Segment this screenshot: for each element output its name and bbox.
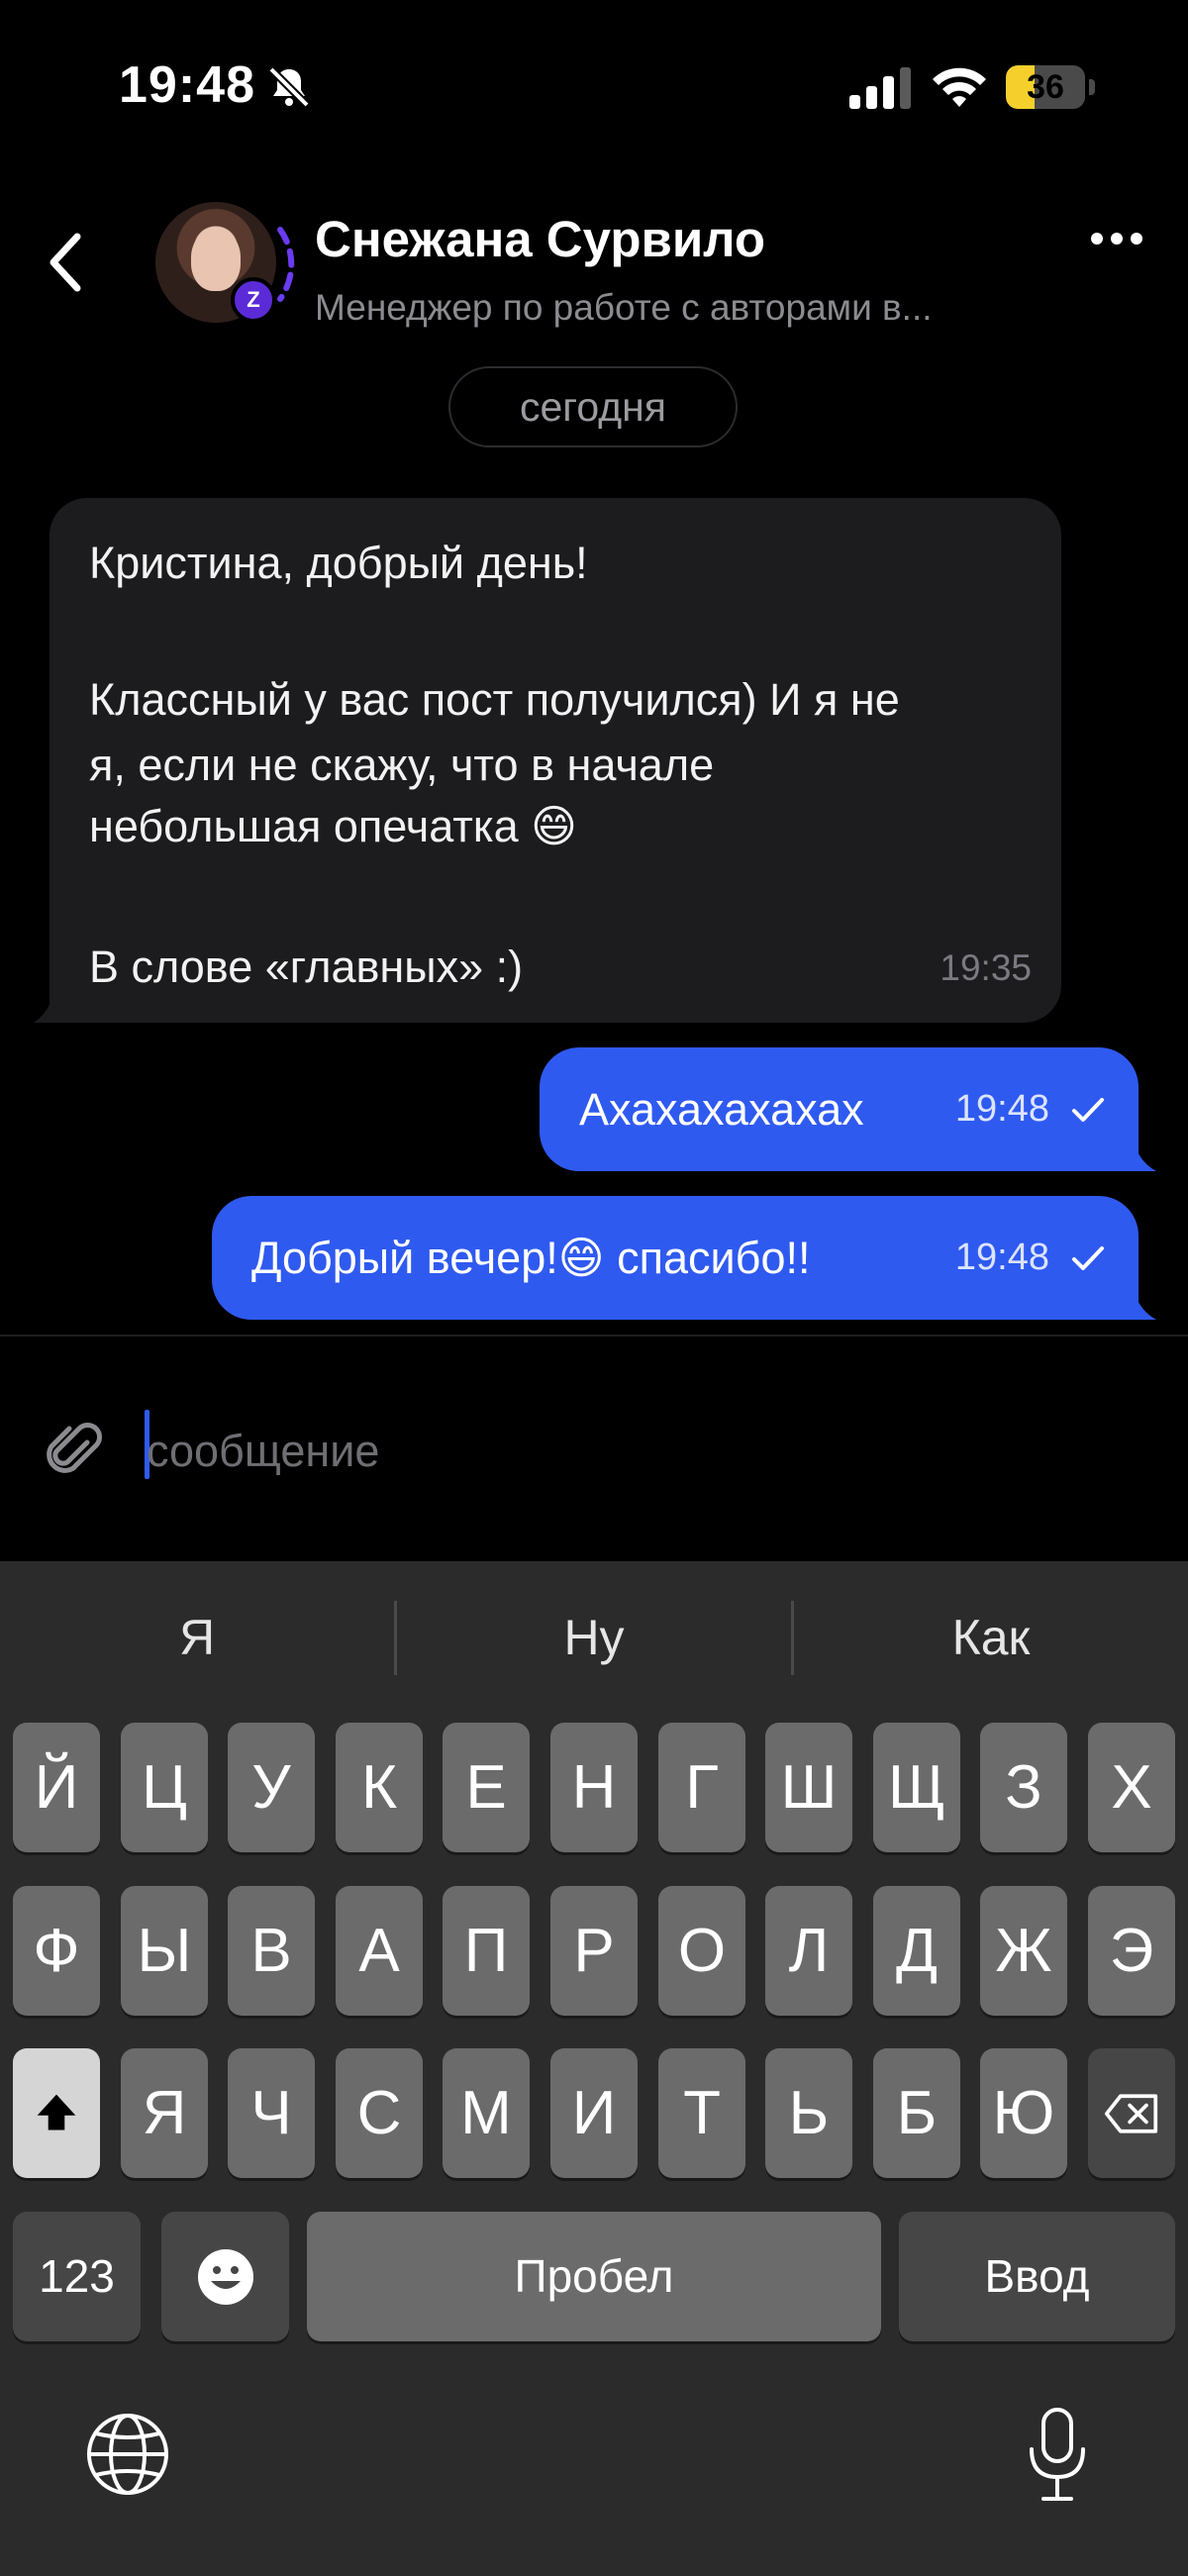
emoji-key[interactable] [161, 2212, 289, 2341]
battery-level: 36 [1027, 68, 1064, 106]
emoji-icon [197, 2249, 253, 2305]
key-letter[interactable]: Ж [980, 1886, 1067, 2016]
outgoing-message[interactable]: Добрый вечер!😄 спасибо!! 19:48 [212, 1196, 1138, 1320]
microphone-icon[interactable] [1026, 2406, 1089, 2505]
message-text: Ахахахахахах [579, 1084, 864, 1135]
key-letter[interactable]: Б [873, 2048, 960, 2178]
attach-paperclip-icon[interactable] [44, 1421, 105, 1482]
suggestion-item[interactable]: Я [0, 1561, 394, 1715]
incoming-message[interactable]: Кристина, добрый день! Классный у вас по… [50, 498, 1061, 1023]
key-letter[interactable]: Ы [121, 1886, 208, 2016]
key-letter[interactable]: И [550, 2048, 638, 2178]
shift-arrow-icon [37, 2094, 76, 2130]
key-letter[interactable]: З [980, 1723, 1067, 1852]
contact-subtitle: Менеджер по работе с авторами в... [315, 287, 933, 328]
contact-avatar[interactable]: Z [153, 200, 302, 329]
keyboard: Я Ну Как Й Ц У К Е Н Г Ш Щ З Х Ф Ы В А П… [0, 1561, 1188, 2576]
message-text: Добрый вечер!😄 спасибо!! [251, 1233, 811, 1283]
key-letter[interactable]: Г [658, 1723, 745, 1852]
key-letter[interactable]: Д [873, 1886, 960, 2016]
outgoing-message[interactable]: Ахахахахахах 19:48 [540, 1047, 1138, 1171]
contact-name[interactable]: Снежана Сурвило [315, 210, 765, 268]
message-text-line: Кристина, добрый день! [89, 538, 588, 588]
key-letter[interactable]: Ь [765, 2048, 852, 2178]
key-letter[interactable]: Щ [873, 1723, 960, 1852]
key-letter[interactable]: П [443, 1886, 530, 2016]
key-letter[interactable]: Л [765, 1886, 852, 2016]
bell-slash-icon [268, 66, 310, 108]
numbers-key[interactable]: 123 [13, 2212, 141, 2341]
avatar-badge: Z [231, 277, 276, 323]
message-time: 19:35 [940, 947, 1032, 988]
key-letter[interactable]: К [336, 1723, 423, 1852]
message-text-line: Классный у вас пост получился) И я не [89, 674, 900, 725]
suggestion-item[interactable]: Ну [397, 1561, 791, 1715]
message-time: 19:48 [954, 1088, 1049, 1130]
key-letter[interactable]: Е [443, 1723, 530, 1852]
message-time: 19:48 [954, 1237, 1049, 1278]
wifi-icon [933, 67, 986, 107]
key-letter[interactable]: Ш [765, 1723, 852, 1852]
signal-icon [849, 67, 911, 109]
key-letter[interactable]: А [336, 1886, 423, 2016]
key-letter[interactable]: В [228, 1886, 315, 2016]
key-letter[interactable]: Ч [228, 2048, 315, 2178]
message-text-line: я, если не скажу, что в начале [89, 740, 715, 790]
key-letter[interactable]: Т [658, 2048, 745, 2178]
globe-icon[interactable] [85, 2412, 170, 2497]
key-letter[interactable]: М [443, 2048, 530, 2178]
key-letter[interactable]: Ц [121, 1723, 208, 1852]
message-text-line: небольшая опечатка 😄 [89, 801, 578, 851]
return-key[interactable]: Ввод [899, 2212, 1175, 2341]
space-key[interactable]: Пробел [307, 2212, 881, 2341]
key-letter[interactable]: Я [121, 2048, 208, 2178]
key-letter[interactable]: Н [550, 1723, 638, 1852]
battery-cap [1089, 79, 1095, 95]
sent-check-icon [1072, 1246, 1104, 1270]
suggestion-bar: Я Ну Как [0, 1561, 1188, 1715]
more-options-icon[interactable] [1089, 224, 1144, 253]
suggestion-item[interactable]: Как [794, 1561, 1188, 1715]
message-input[interactable] [147, 1420, 1137, 1483]
composer-divider [0, 1335, 1188, 1337]
avatar-face [191, 230, 241, 291]
key-letter[interactable]: Ю [980, 2048, 1067, 2178]
message-text-line: В слове «главных» :) [89, 941, 524, 992]
date-separator: сегодня [448, 366, 738, 447]
backspace-key[interactable] [1088, 2048, 1175, 2178]
key-letter[interactable]: О [658, 1886, 745, 2016]
key-letter[interactable]: С [336, 2048, 423, 2178]
key-letter[interactable]: Х [1088, 1723, 1175, 1852]
battery-indicator: 36 [1006, 65, 1085, 109]
backspace-icon [1104, 2094, 1158, 2133]
sent-check-icon [1072, 1098, 1104, 1122]
key-letter[interactable]: Ф [13, 1886, 100, 2016]
shift-key[interactable] [13, 2048, 100, 2178]
key-letter[interactable]: Э [1088, 1886, 1175, 2016]
key-letter[interactable]: Й [13, 1723, 100, 1852]
key-letter[interactable]: Р [550, 1886, 638, 2016]
status-bar: 19:48 36 [0, 0, 1188, 173]
key-letter[interactable]: У [228, 1723, 315, 1852]
status-time: 19:48 [119, 56, 255, 114]
back-chevron-icon[interactable] [42, 223, 91, 302]
